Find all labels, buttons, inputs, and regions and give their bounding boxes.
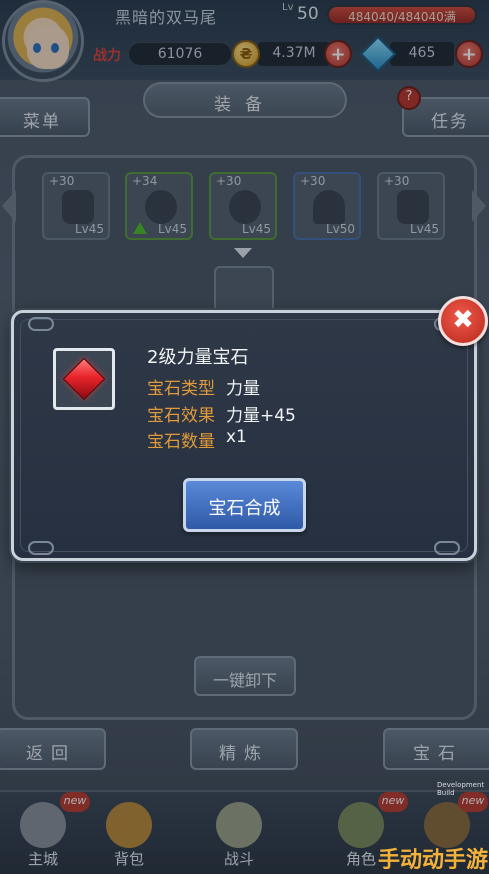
corner-ornament-icon — [28, 317, 54, 331]
gem-name: 2级力量宝石 — [147, 347, 249, 368]
gem-synthesize-label: 宝石合成 — [208, 498, 281, 519]
corner-ornament-icon — [28, 541, 54, 555]
gem-effect-value: 力量+45 — [226, 406, 296, 426]
gem-type-label: 宝石类型 — [147, 379, 215, 399]
red-gem-icon — [62, 357, 106, 401]
gem-effect-label: 宝石效果 — [147, 406, 215, 426]
close-icon: ✖ — [452, 305, 474, 335]
gem-synthesize-button[interactable]: 宝石合成 — [183, 478, 306, 532]
gem-count-value: x1 — [226, 427, 247, 447]
gem-type-value: 力量 — [226, 379, 260, 399]
gem-item-frame — [53, 348, 115, 410]
build-watermark: Development Build — [437, 781, 485, 797]
corner-ornament-icon — [434, 541, 460, 555]
close-dialog-button[interactable]: ✖ — [438, 296, 488, 346]
site-watermark: 手动动手游 — [378, 848, 489, 873]
gem-count-label: 宝石数量 — [147, 432, 215, 452]
